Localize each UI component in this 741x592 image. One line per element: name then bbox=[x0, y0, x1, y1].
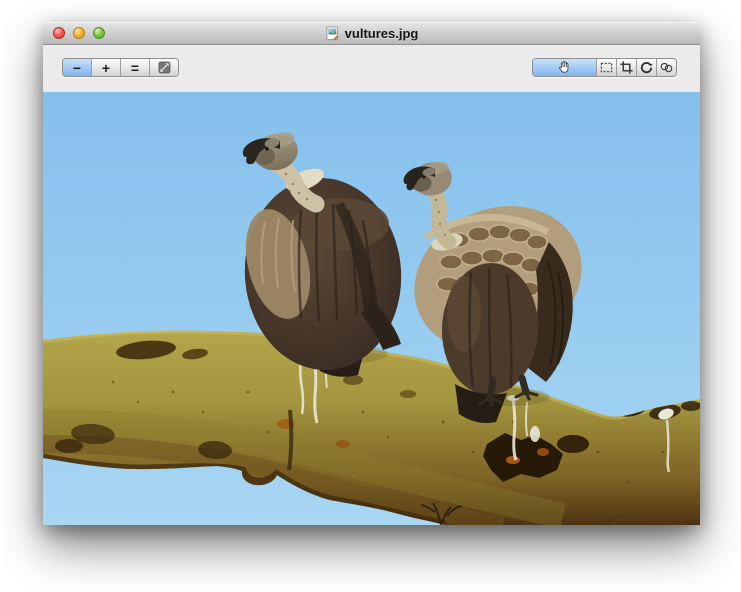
titlebar[interactable]: vultures.jpg bbox=[43, 22, 700, 45]
image-file-icon bbox=[325, 26, 340, 41]
zoom-in-button[interactable]: + bbox=[91, 59, 120, 76]
selection-rectangle-icon bbox=[599, 60, 614, 75]
scale-icon bbox=[158, 61, 171, 74]
select-tool-button[interactable] bbox=[596, 59, 616, 76]
window-title: vultures.jpg bbox=[325, 26, 419, 41]
hand-icon bbox=[557, 60, 572, 75]
toolbar: − + = bbox=[43, 45, 700, 92]
rotate-icon bbox=[639, 60, 654, 75]
rotate-tool-button[interactable] bbox=[636, 59, 656, 76]
traffic-lights bbox=[53, 27, 105, 39]
zoom-button[interactable] bbox=[93, 27, 105, 39]
crop-icon bbox=[619, 60, 634, 75]
minimize-button[interactable] bbox=[73, 27, 85, 39]
window-title-text: vultures.jpg bbox=[345, 26, 419, 41]
actual-size-button[interactable]: = bbox=[120, 59, 149, 76]
move-tool-button[interactable] bbox=[533, 59, 596, 76]
photo-vultures[interactable] bbox=[43, 92, 700, 525]
close-button[interactable] bbox=[53, 27, 65, 39]
zoom-segmented-control: − + = bbox=[62, 58, 179, 77]
desktop: vultures.jpg − + = bbox=[0, 0, 741, 592]
zoom-out-button[interactable]: − bbox=[63, 59, 91, 76]
overlapping-circles-icon bbox=[659, 60, 674, 75]
extract-tool-button[interactable] bbox=[656, 59, 676, 76]
crop-tool-button[interactable] bbox=[616, 59, 636, 76]
tools-segmented-control bbox=[532, 58, 677, 77]
image-viewer-window: vultures.jpg − + = bbox=[43, 22, 700, 525]
scale-to-fit-button[interactable] bbox=[149, 59, 178, 76]
